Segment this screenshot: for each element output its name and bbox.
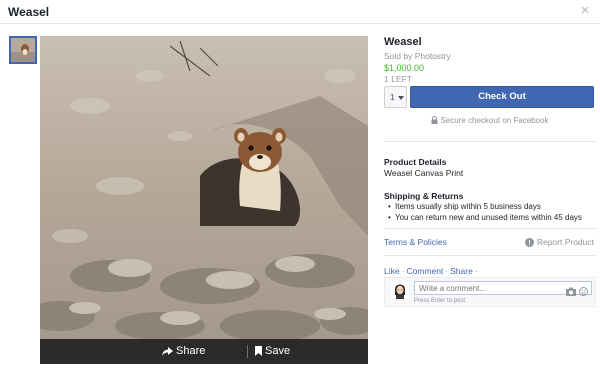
comment-box: Press Enter to post. bbox=[384, 277, 596, 307]
product-thumbnail[interactable] bbox=[9, 36, 37, 64]
report-product-link[interactable]: Report Product bbox=[524, 237, 594, 247]
social-actions: Like · Comment · Share · bbox=[384, 266, 480, 276]
divider bbox=[384, 141, 596, 142]
shipping-item-text: You can return new and unused items with… bbox=[395, 213, 582, 222]
quantity-value: 1 bbox=[390, 92, 395, 102]
avatar bbox=[391, 281, 409, 299]
stock-count: 1 LEFT bbox=[384, 75, 413, 84]
share-link[interactable]: Share bbox=[450, 266, 473, 276]
emoji-icon[interactable] bbox=[579, 283, 588, 296]
dialog-title: Weasel bbox=[8, 5, 50, 19]
shipping-item: Items usually ship within 5 business day… bbox=[388, 202, 541, 211]
report-icon bbox=[524, 237, 534, 247]
report-product-label: Report Product bbox=[536, 237, 594, 247]
shipping-item: You can return new and unused items with… bbox=[388, 213, 582, 222]
product-photo bbox=[40, 36, 368, 339]
photo-share-label: Share bbox=[176, 345, 206, 357]
bookmark-icon bbox=[255, 346, 262, 356]
comment-hint: Press Enter to post. bbox=[414, 298, 467, 304]
photo-save-button[interactable]: Save bbox=[255, 345, 290, 357]
chevron-down-icon bbox=[398, 96, 404, 100]
separator-dot: · bbox=[401, 266, 405, 276]
share-arrow-icon bbox=[162, 346, 173, 356]
camera-icon[interactable] bbox=[566, 283, 576, 296]
separator-dot: · bbox=[445, 266, 449, 276]
comment-link[interactable]: Comment bbox=[406, 266, 443, 276]
shipping-heading: Shipping & Returns bbox=[384, 191, 464, 201]
secure-checkout-text: Secure checkout on Facebook bbox=[440, 116, 549, 125]
product-details-text: Weasel Canvas Print bbox=[384, 168, 464, 178]
product-panel: Weasel Sold by Photostry $1,000.00 1 LEF… bbox=[384, 36, 596, 307]
seller-text: Sold by Photostry bbox=[384, 51, 451, 61]
lock-icon bbox=[431, 116, 438, 126]
quantity-select[interactable]: 1 bbox=[384, 86, 407, 108]
product-details-heading: Product Details bbox=[384, 157, 447, 167]
product-title: Weasel bbox=[384, 36, 422, 48]
shipping-item-text: Items usually ship within 5 business day… bbox=[395, 202, 541, 211]
product-price: $1,000.00 bbox=[384, 63, 425, 73]
dialog-header: Weasel bbox=[0, 0, 600, 24]
checkout-button[interactable]: Check Out bbox=[410, 86, 594, 108]
photo-save-label: Save bbox=[265, 345, 291, 357]
divider bbox=[384, 228, 596, 229]
like-link[interactable]: Like bbox=[384, 266, 400, 276]
close-icon[interactable] bbox=[578, 3, 592, 17]
purchase-row: 1 Check Out bbox=[384, 86, 596, 108]
terms-policies-link[interactable]: Terms & Policies bbox=[384, 237, 447, 247]
photo-action-bar: Share Save bbox=[40, 339, 368, 364]
photo-share-button[interactable]: Share bbox=[162, 345, 205, 357]
secure-checkout-note: Secure checkout on Facebook bbox=[384, 116, 596, 126]
divider bbox=[384, 255, 596, 256]
separator-dot: · bbox=[474, 266, 478, 276]
photo-bar-divider bbox=[247, 345, 248, 358]
